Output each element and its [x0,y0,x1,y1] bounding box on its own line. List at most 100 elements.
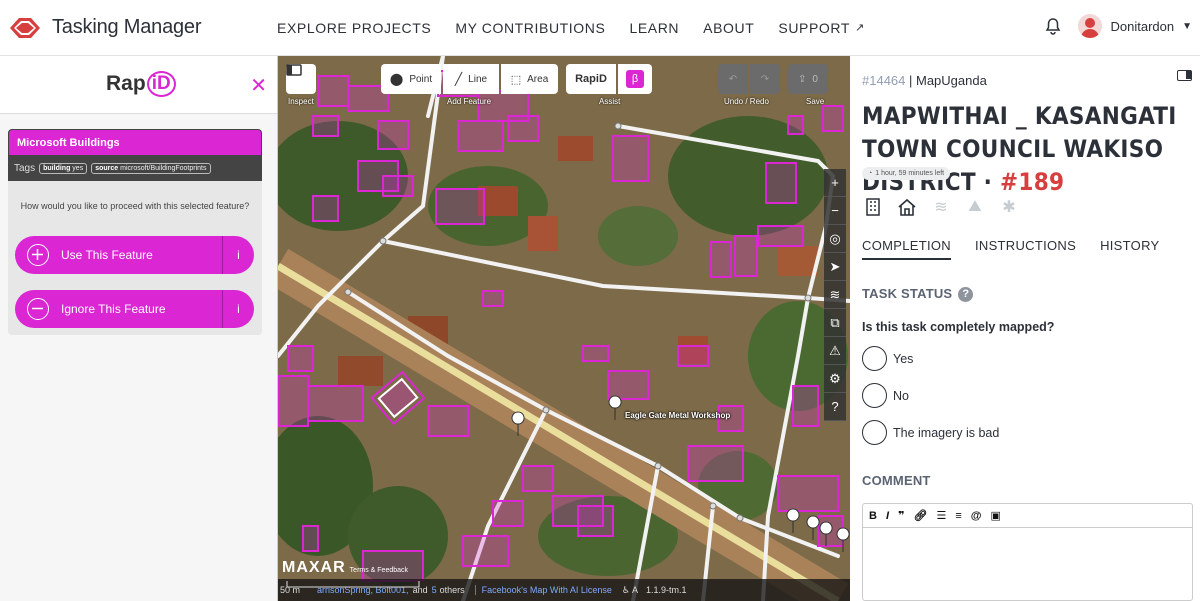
mention-icon[interactable]: @ [971,510,982,522]
mapped-question: Is this task completely mapped? [862,320,1055,334]
quote-icon[interactable]: ❞ [898,509,904,522]
project-id-link[interactable]: #14464 [862,73,905,88]
close-icon[interactable]: ✕ [250,73,267,98]
task-number: #189 [1000,168,1065,196]
license-link[interactable]: Facebook's Map With AI License [474,585,612,595]
undo-button[interactable]: ↶ [718,64,748,94]
link-icon[interactable]: 🔗︎ [913,509,927,522]
sidebar-toggle-icon[interactable] [1177,70,1192,81]
breadcrumb: #14464 | MapUganda [862,73,987,88]
zoom-to-selection-icon[interactable]: ◎ [824,225,846,253]
page-title: MAPWITHAI _ KASANGATI TOWN COUNCIL WAKIS… [862,102,1177,196]
nav-about[interactable]: ABOUT [703,20,754,36]
avatar[interactable] [1078,14,1103,38]
task-status-heading: TASK STATUS? [862,286,974,303]
tag-building[interactable]: building yes [39,163,88,174]
help-icon[interactable]: ? [824,393,846,421]
rapid-assist-button[interactable]: RapiD [566,64,616,94]
imagery-attribution[interactable]: MAXAR Terms & Feedback [282,559,408,577]
zoom-out-button[interactable]: − [824,197,846,225]
issues-icon[interactable]: ⚠ [824,337,846,365]
hot-logo-icon [6,15,44,41]
bold-icon[interactable]: B [869,510,877,522]
assist-label: Assist [599,97,621,106]
sidebar-toggle-icon [286,64,302,76]
app-logo[interactable]: Tasking Manager [6,15,266,41]
accessibility-icon[interactable]: ♿ A [622,585,638,596]
point-button[interactable]: ⬤ Point [381,64,441,94]
layers-icon[interactable]: ≋ [824,281,846,309]
nav-support[interactable]: SUPPORT ↗ [778,20,864,36]
minus-circle-icon [27,298,49,320]
add-feature-label: Add Feature [447,97,492,106]
tags-row: Tags building yes source microsoft/Build… [8,156,262,181]
tab-instructions[interactable]: INSTRUCTIONS [975,238,1076,260]
landuse-icon: ⛰ [968,198,982,215]
zoom-in-button[interactable]: + [824,169,846,197]
mapping-types: ≋ ⛰ ✱ [862,196,1032,218]
building-icon [862,196,884,218]
time-left-badge: ◔ 1 hour, 59 minutes left [862,167,951,180]
inspect-button[interactable] [286,64,316,94]
nav-explore-projects[interactable]: EXPLORE PROJECTS [277,20,431,36]
line-icon: ╱ [454,72,463,86]
map-controls: + − ◎ ➤ ≋ ⧉ ⚠ ⚙ ? [824,169,846,421]
ignore-feature-button[interactable]: Ignore This Feature i [15,290,254,328]
panel-title: Microsoft Buildings [8,129,262,156]
info-icon[interactable]: i [222,236,254,274]
radio-circle[interactable] [862,346,887,371]
tag-source[interactable]: source microsoft/BuildingFootprints [91,163,211,174]
tab-completion[interactable]: COMPLETION [862,238,951,260]
save-button[interactable]: ⇪ 0 [788,64,828,94]
bulleted-list-icon[interactable]: ☰ [936,509,946,522]
numbered-list-icon[interactable]: ≡ [955,510,961,522]
task-tabs: COMPLETION INSTRUCTIONS HISTORY [862,238,1184,260]
scale-bar [286,581,420,588]
undo-icon: ↶ [728,73,738,85]
image-icon[interactable]: ▣ [990,509,1000,522]
rapid-beta-button[interactable]: β [618,64,652,94]
clock-icon: ◔ [868,170,873,177]
app-title: Tasking Manager [52,16,202,38]
area-button[interactable]: ⬚ Area [501,64,558,94]
question-icon[interactable]: ? [958,287,974,303]
nav-my-contributions[interactable]: MY CONTRIBUTIONS [455,20,605,36]
tab-history[interactable]: HISTORY [1100,238,1159,260]
radio-circle[interactable] [862,420,887,445]
geolocate-icon[interactable]: ➤ [824,253,846,281]
map-canvas[interactable]: Eagle Gate Metal Workshop Inspect ⬤ Point… [278,56,850,601]
comment-editor[interactable]: B I ❞ 🔗︎ ☰ ≡ @ ▣ [862,503,1193,601]
italic-icon[interactable]: I [886,510,889,522]
organisation-name: MapUganda [916,73,987,88]
use-feature-button[interactable]: Use This Feature i [15,236,254,274]
main-nav: EXPLORE PROJECTS MY CONTRIBUTIONS LEARN … [277,20,889,36]
line-button[interactable]: ╱ Line [443,64,499,94]
area-icon: ⬚ [510,73,522,86]
username: Donitardon [1110,18,1175,34]
radio-no[interactable]: No [862,383,909,408]
radio-yes[interactable]: Yes [862,346,913,371]
house-icon [896,196,918,218]
nav-learn[interactable]: LEARN [629,20,679,36]
map-toolbar: Inspect ⬤ Point ╱ Line ⬚ Area Add Feature R… [278,56,850,108]
feature-panel: Microsoft Buildings Tags building yes so… [8,129,262,335]
upload-icon: ⇪ [798,73,807,85]
waterways-icon: ≋ [934,199,948,216]
rapid-header: Rap iD ✕ [0,56,277,114]
undo-redo-label: Undo / Redo [724,97,769,106]
rapid-sidebar: Rap iD ✕ Microsoft Buildings Tags buildin… [0,56,278,601]
save-label: Save [806,97,825,106]
editor-toolbar: B I ❞ 🔗︎ ☰ ≡ @ ▣ [863,504,1192,528]
info-icon[interactable]: i [222,290,254,328]
proceed-question: How would you like to proceed with this … [20,201,250,211]
radio-circle[interactable] [862,383,887,408]
radio-imagery-bad[interactable]: The imagery is bad [862,420,999,445]
redo-button[interactable]: ↷ [750,64,780,94]
plus-circle-icon [27,244,49,266]
poi-label[interactable]: Eagle Gate Metal Workshop [625,411,730,420]
bell-icon[interactable] [1044,17,1062,35]
preferences-icon[interactable]: ⚙ [824,365,846,393]
satellite-imagery [278,56,850,601]
map-data-icon[interactable]: ⧉ [824,309,846,337]
user-menu[interactable]: Donitardon ▼ [1044,14,1192,38]
